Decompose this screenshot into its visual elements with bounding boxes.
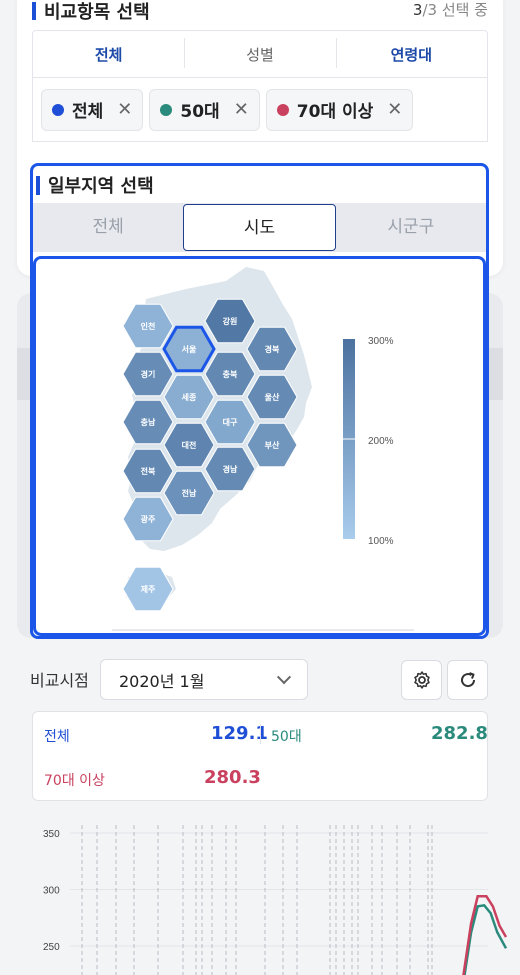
hex-label: 경북 [265, 344, 280, 354]
series-line [463, 903, 508, 975]
chart-lines [462, 895, 508, 975]
hex-label: 충북 [223, 369, 238, 379]
stat-label: 70대 이상 [44, 773, 105, 789]
title-accent-bar [36, 175, 40, 195]
legend-min-label: 100% [368, 536, 394, 547]
selection-count: 3/3 선택 중 [413, 0, 488, 20]
gear-icon [413, 671, 430, 689]
chip-70s-plus[interactable]: 70대 이상 ✕ [265, 88, 414, 131]
y-tick-label: 300 [43, 886, 60, 897]
compare-tabs: 전체 성별 연령대 [32, 30, 488, 78]
compare-title: 비교항목 선택 [44, 2, 150, 23]
y-tick-label: 250 [43, 942, 60, 953]
refresh-button[interactable] [447, 660, 488, 700]
legend-max-label: 300% [368, 336, 394, 347]
stats-panel: 전체 129.1 50대 282.8 70대 이상 280.3 [32, 711, 488, 801]
refresh-icon [460, 672, 475, 688]
close-icon[interactable]: ✕ [387, 99, 402, 120]
selected-chips: 전체 ✕ 50대 ✕ 70대 이상 ✕ [32, 78, 488, 142]
chip-color-dot [52, 103, 64, 116]
hex-label: 서울 [182, 344, 197, 354]
tab-province[interactable]: 시도 [183, 204, 336, 251]
hex-label: 부산 [265, 440, 280, 450]
stat-70s-plus: 70대 이상 [44, 770, 105, 790]
legend-mid-label: 200% [368, 436, 394, 447]
hex-label: 광주 [141, 514, 156, 524]
hex-label: 인천 [141, 321, 156, 331]
chip-label: 50대 [180, 102, 220, 122]
page: 비교항목 선택 3/3 선택 중 전체 성별 연령대 전체 ✕ 50대 ✕ 70… [0, 0, 520, 975]
hex-map: 인천서울강원경북경기세종충북울산충남 대구대전 부산전북 경남전남광주제주 300% … [112, 267, 414, 631]
compare-section-title: 비교항목 선택 [32, 0, 150, 24]
stat-70s-value-wrap: 280.3 [33, 712, 261, 788]
title-accent-bar [32, 2, 36, 20]
hex-map-box: 인천 서울 강원 경북 경기 세종 충북 울산 충남 대구 대전 부산 전북 경남 전남 광주 제주 300% … [33, 256, 486, 636]
stat-all: 전체 [44, 726, 70, 746]
stat-divider [260, 724, 261, 744]
region-tabs: 전체 시도 시군구 [33, 203, 486, 252]
stat-50s: 50대 [271, 726, 302, 746]
hex-label: 대구 [223, 417, 238, 427]
tab-region-all[interactable]: 전체 [33, 204, 183, 251]
region-title: 일부지역 선택 [48, 176, 154, 197]
hex-label: 전남 [182, 488, 197, 498]
hex-label: 세종 [182, 392, 197, 402]
tab-all[interactable]: 전체 [33, 44, 184, 65]
chip-label: 전체 [72, 102, 104, 122]
period-label: 비교시점 [30, 671, 89, 690]
period-value: 2020년 1월 [119, 671, 205, 691]
region-section-title: 일부지역 선택 [36, 172, 154, 198]
trend-chart: 350 300 250 [43, 825, 508, 975]
stat-label: 50대 [271, 729, 302, 745]
selection-count-rest: /3 선택 중 [422, 1, 488, 19]
chip-50s[interactable]: 50대 ✕ [149, 88, 260, 131]
period-select[interactable]: 2020년 1월 [100, 659, 308, 700]
y-tick-label: 350 [43, 829, 60, 840]
hex-label: 전북 [141, 466, 156, 476]
hex-label: 경기 [141, 369, 156, 379]
hex-label: 충남 [141, 417, 156, 427]
region-selector: 일부지역 선택 전체 시도 시군구 인천서울 강원경북경기세종 충북울산충남 대구대전… [30, 163, 489, 639]
chip-all[interactable]: 전체 ✕ [41, 88, 144, 131]
chip-color-dot [276, 103, 289, 116]
chip-color-dot [160, 103, 173, 116]
hex-label: 제주 [141, 584, 156, 594]
hex-label: 울산 [265, 392, 280, 402]
close-icon[interactable]: ✕ [234, 99, 249, 120]
settings-button[interactable] [401, 660, 442, 700]
tab-gender[interactable]: 성별 [184, 37, 335, 68]
tab-age-group[interactable]: 연령대 [335, 37, 487, 68]
hex-label: 대전 [182, 440, 197, 450]
close-icon[interactable]: ✕ [117, 99, 132, 120]
stat-value: 280.3 [204, 767, 261, 788]
chevron-down-icon [276, 669, 292, 684]
stat-value: 282.8 [431, 723, 488, 744]
tab-district[interactable]: 시군구 [336, 204, 486, 251]
chip-label: 70대 이상 [296, 102, 374, 122]
chart-grid: 350 300 250 [43, 825, 488, 975]
hex-label: 강원 [223, 316, 238, 326]
hex-label: 경남 [223, 464, 238, 474]
stat-label: 전체 [44, 729, 70, 745]
